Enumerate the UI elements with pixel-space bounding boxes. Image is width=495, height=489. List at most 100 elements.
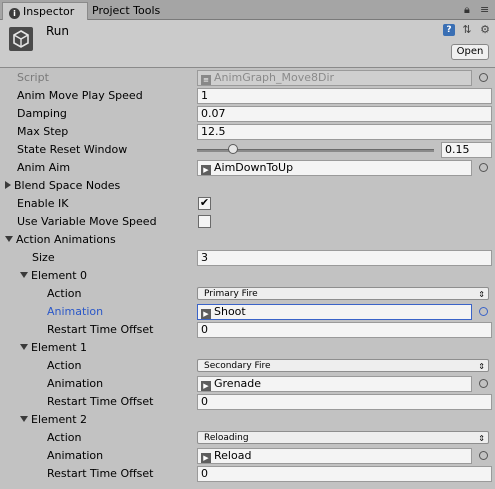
size-input[interactable]: 3 [197,250,492,266]
use-variable-move-speed-checkbox[interactable] [198,215,211,228]
state-reset-window-input[interactable]: 0.15 [441,142,492,158]
tab-project-tools-label: Project Tools [92,4,161,17]
element-1-restart-input[interactable]: 0 [197,394,492,410]
menu-icon[interactable]: ≡ [480,3,489,16]
element-1-foldout[interactable]: Element 1 [20,341,87,354]
max-step-row: Max Step 12.5 [0,123,495,141]
size-label: Size [32,251,55,264]
object-picker-icon[interactable] [479,379,488,388]
info-icon: i [9,8,20,19]
action-animations-foldout[interactable]: Action Animations [5,233,116,246]
element-2-animation-value: Reload [214,449,252,462]
damping-row: Damping 0.07 [0,105,495,123]
tab-bar: i Inspector Project Tools 🔒︎ ≡ [0,0,495,20]
animation-label: Animation [47,449,104,462]
preset-icon[interactable]: ⇅ [461,24,473,36]
use-variable-move-speed-row: Use Variable Move Speed [0,213,495,231]
action-animations-row[interactable]: Action Animations [0,231,495,249]
chevron-right-icon [5,181,11,189]
max-step-input[interactable]: 12.5 [197,124,492,140]
dropdown-arrow-icon: ⇕ [478,434,485,443]
animation-clip-icon: ▶ [201,453,211,463]
restart-time-offset-label: Restart Time Offset [47,395,154,408]
element-2-label: Element 2 [31,413,88,426]
restart-time-offset-label: Restart Time Offset [47,323,154,336]
state-reset-window-label: State Reset Window [17,143,128,156]
animation-clip-icon: ▶ [201,309,211,319]
element-1-action-row: Action Secondary Fire ⇕ [0,357,495,375]
element-1-action-value: Secondary Fire [204,361,271,371]
element-1-row[interactable]: Element 1 [0,339,495,357]
anim-aim-row: Anim Aim ▶ AimDownToUp [0,159,495,177]
script-file-icon: ≡ [201,75,211,85]
size-row: Size 3 [0,249,495,267]
anim-aim-label: Anim Aim [17,161,71,174]
object-picker-icon[interactable] [479,451,488,460]
anim-aim-field[interactable]: ▶ AimDownToUp [197,160,472,176]
tab-inspector-label: Inspector [23,5,75,18]
help-icon[interactable]: ? [443,24,455,36]
element-2-action-dropdown[interactable]: Reloading ⇕ [197,431,489,444]
check-icon: ✔ [199,196,210,209]
element-1-animation-value: Grenade [214,377,262,390]
dropdown-arrow-icon: ⇕ [478,362,485,371]
chevron-down-icon [5,236,13,242]
use-variable-move-speed-label: Use Variable Move Speed [17,215,157,228]
enable-ik-label: Enable IK [17,197,69,210]
element-2-animation-field[interactable]: ▶ Reload [197,448,472,464]
chevron-down-icon [20,272,28,278]
element-0-action-value: Primary Fire [204,289,258,299]
script-label: Script [17,71,49,84]
dropdown-arrow-icon: ⇕ [478,290,485,299]
element-0-animation-value: Shoot [214,305,246,318]
component-header: Run ? ⇅ ⚙ Open [0,20,495,68]
element-0-row[interactable]: Element 0 [0,267,495,285]
element-0-restart-input[interactable]: 0 [197,322,492,338]
enable-ik-checkbox[interactable]: ✔ [198,197,211,210]
element-1-action-dropdown[interactable]: Secondary Fire ⇕ [197,359,489,372]
element-0-foldout[interactable]: Element 0 [20,269,87,282]
enable-ik-row: Enable IK ✔ [0,195,495,213]
element-1-label: Element 1 [31,341,88,354]
anim-move-play-speed-input[interactable]: 1 [197,88,492,104]
element-1-restart-row: Restart Time Offset 0 [0,393,495,411]
anim-aim-value: AimDownToUp [214,161,294,174]
component-title: Run [46,24,70,38]
blend-space-nodes-foldout[interactable]: Blend Space Nodes [5,179,120,192]
anim-move-play-speed-row: Anim Move Play Speed 1 [0,87,495,105]
anim-move-play-speed-label: Anim Move Play Speed [17,89,143,102]
tab-inspector[interactable]: i Inspector [2,2,88,20]
blend-space-nodes-label: Blend Space Nodes [14,179,121,192]
animation-clip-icon: ▶ [201,381,211,391]
element-2-row[interactable]: Element 2 [0,411,495,429]
element-0-action-row: Action Primary Fire ⇕ [0,285,495,303]
blend-space-nodes-row[interactable]: Blend Space Nodes [0,177,495,195]
element-1-animation-field[interactable]: ▶ Grenade [197,376,472,392]
element-2-restart-input[interactable]: 0 [197,466,492,482]
damping-input[interactable]: 0.07 [197,106,492,122]
element-2-foldout[interactable]: Element 2 [20,413,87,426]
script-field: ≡ AnimGraph_Move8Dir [197,70,472,86]
object-picker-icon[interactable] [479,163,488,172]
object-picker-icon[interactable] [479,307,488,316]
script-value: AnimGraph_Move8Dir [214,71,335,84]
element-0-restart-row: Restart Time Offset 0 [0,321,495,339]
gear-icon[interactable]: ⚙ [479,24,491,36]
object-picker-icon [479,73,488,82]
element-2-restart-row: Restart Time Offset 0 [0,465,495,483]
element-2-animation-row: Animation ▶ Reload [0,447,495,465]
animation-label: Animation [47,377,104,390]
chevron-down-icon [20,344,28,350]
tab-project-tools[interactable]: Project Tools [92,2,160,19]
open-button[interactable]: Open [451,44,489,60]
action-label: Action [47,287,82,300]
lock-icon[interactable]: 🔒︎ [464,3,470,17]
action-label: Action [47,359,82,372]
element-0-animation-field[interactable]: ▶ Shoot [197,304,472,320]
restart-time-offset-label: Restart Time Offset [47,467,154,480]
state-reset-window-slider-thumb[interactable] [227,144,238,154]
chevron-down-icon [20,416,28,422]
animation-label: Animation [47,305,104,318]
element-0-action-dropdown[interactable]: Primary Fire ⇕ [197,287,489,300]
element-0-label: Element 0 [31,269,88,282]
